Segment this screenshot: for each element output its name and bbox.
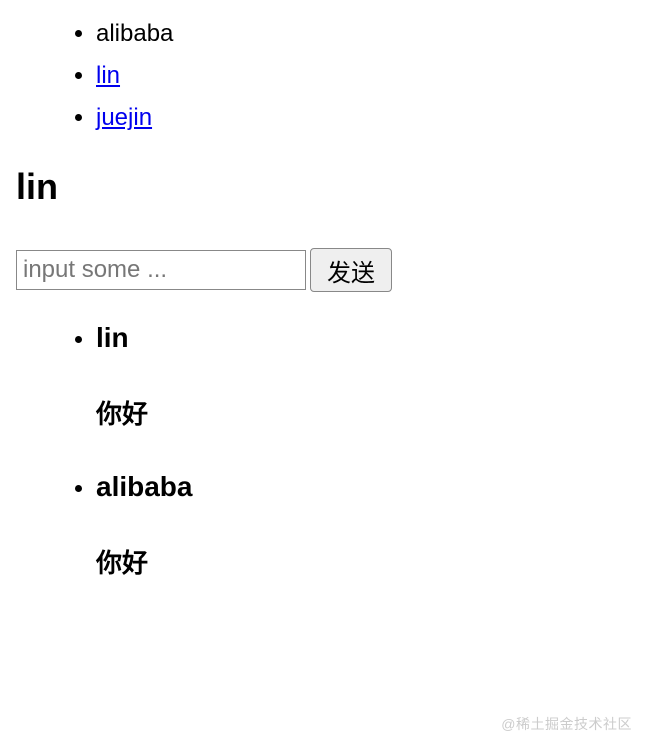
send-button[interactable]: 发送 [310,248,392,292]
nav-item-label: alibaba [96,20,173,47]
watermark: @稀土掘金技术社区 [501,714,632,734]
nav-link-lin[interactable]: lin [96,62,120,89]
nav-item-lin: lin [96,58,630,94]
nav-list: alibaba lin juejin [16,16,630,136]
message-input[interactable] [16,250,306,290]
nav-link-juejin[interactable]: juejin [96,104,152,131]
nav-item-juejin: juejin [96,100,630,136]
message-content: 你好 [96,394,630,431]
nav-item-alibaba: alibaba [96,16,630,52]
message-item: alibaba 你好 [96,471,630,580]
message-item: lin 你好 [96,322,630,431]
page-heading: lin [16,166,630,208]
message-input-row: 发送 [16,248,630,292]
message-content: 你好 [96,543,630,580]
message-sender: alibaba [96,471,630,503]
message-list: lin 你好 alibaba 你好 [16,322,630,580]
message-sender: lin [96,322,630,354]
